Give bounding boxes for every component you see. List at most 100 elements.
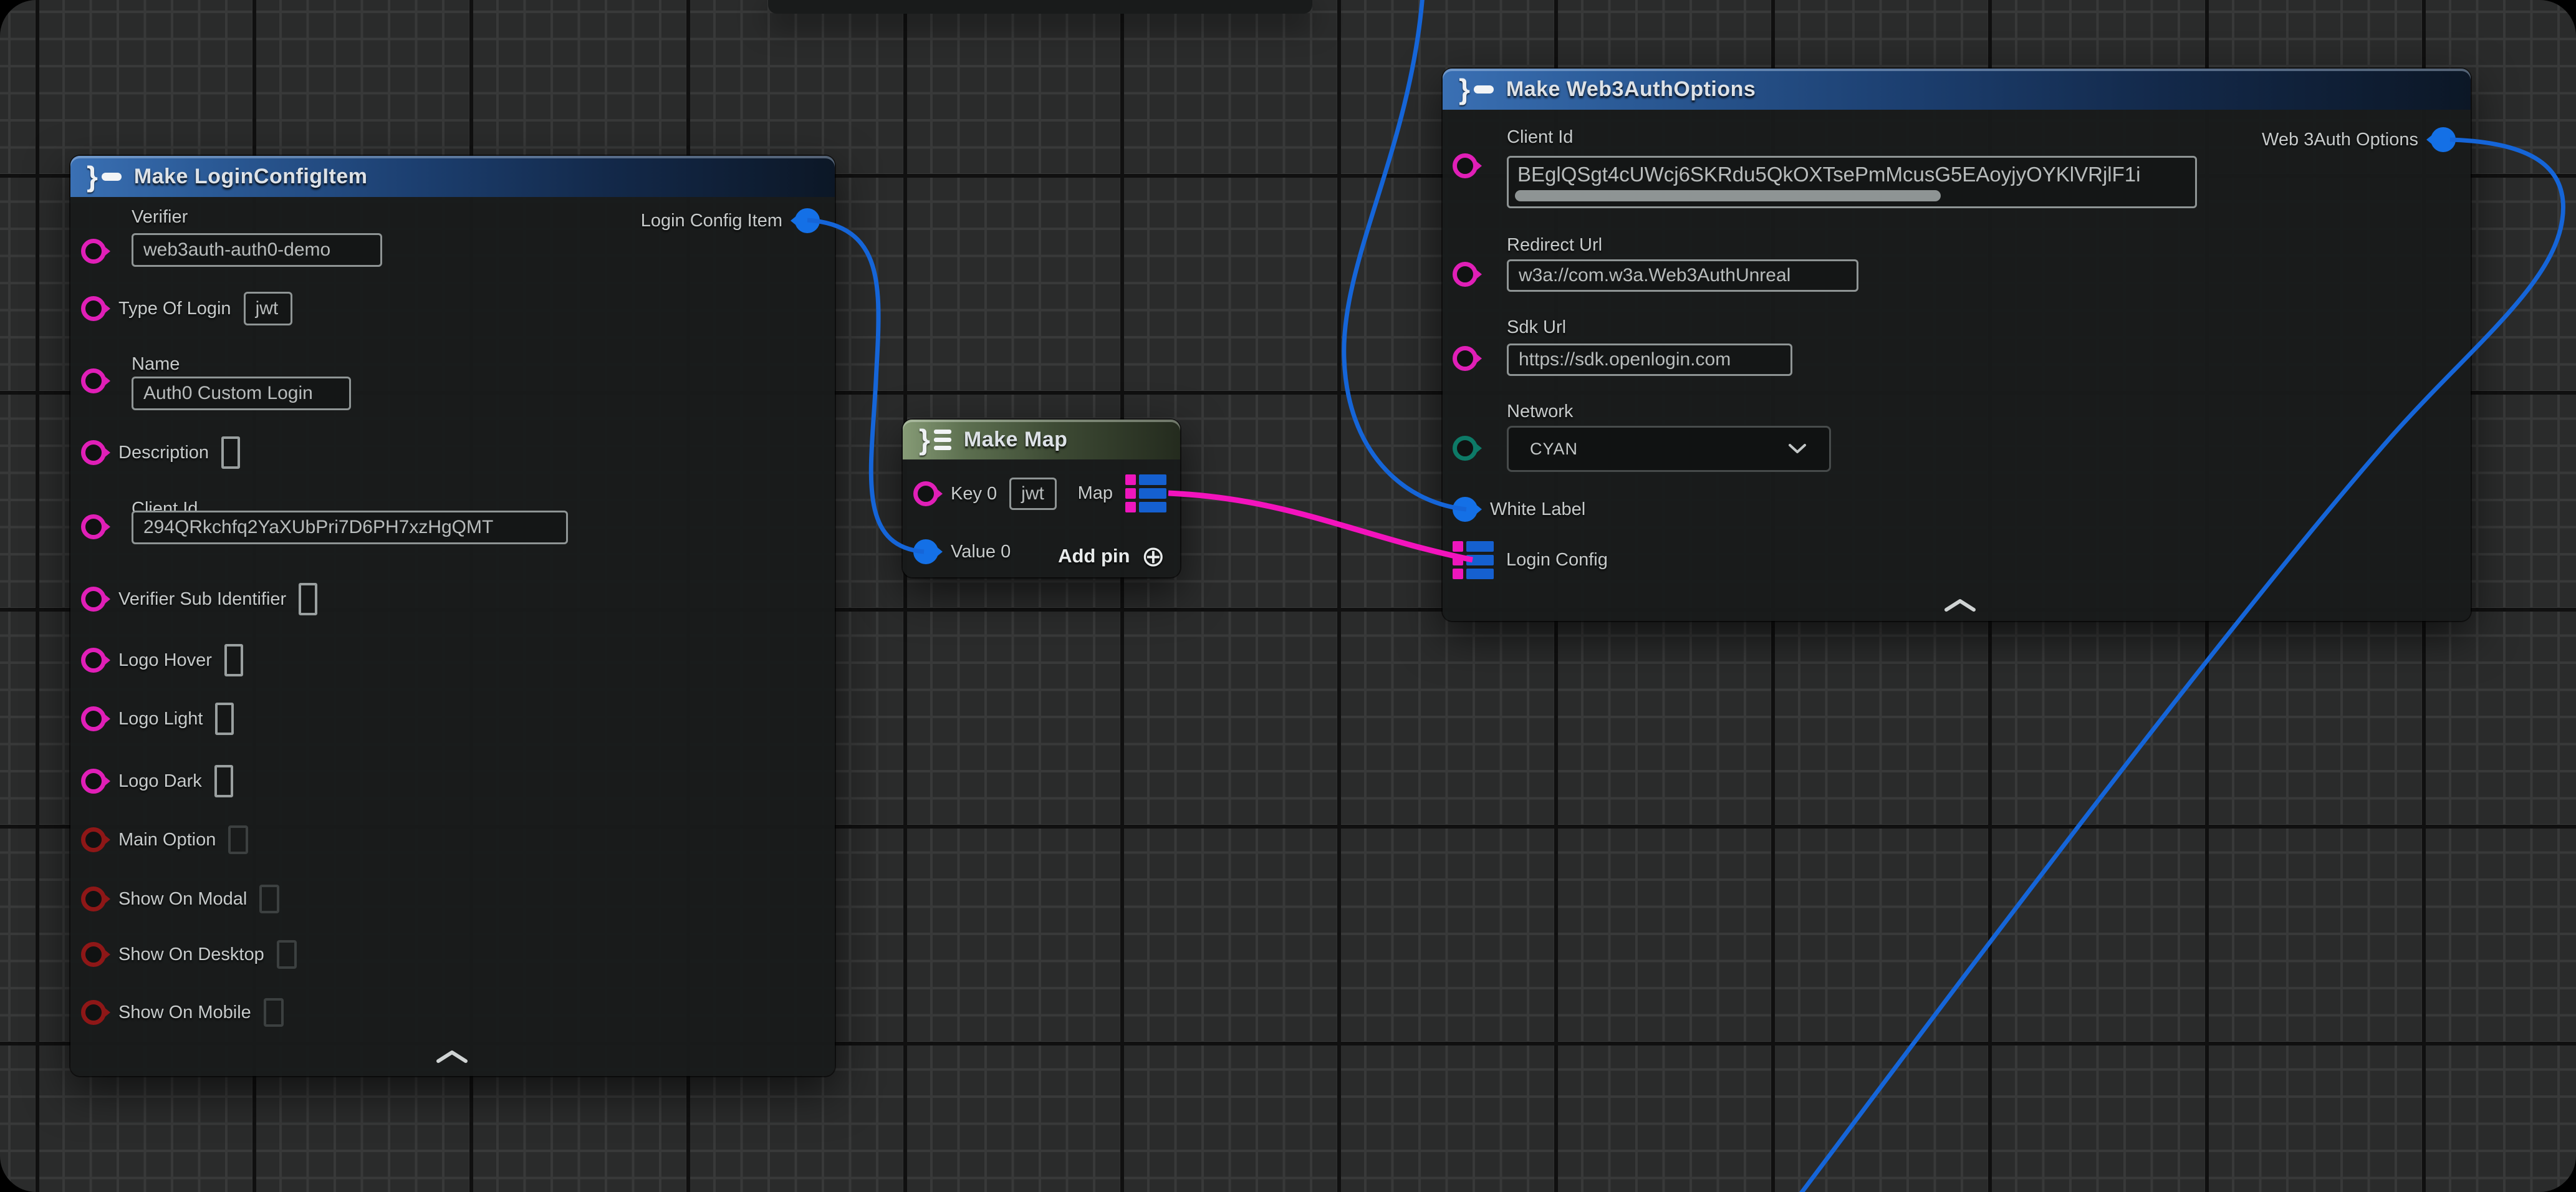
pin-label-client-id: Client Id (1507, 127, 1573, 148)
pin-web3auth-options-output[interactable] (2431, 127, 2456, 152)
collapse-chevron-icon[interactable] (435, 1049, 469, 1065)
pin-main-option[interactable] (81, 827, 106, 852)
row-logo-light: Logo Light (81, 703, 234, 735)
pin-label-name: Name (132, 354, 180, 375)
make-map-icon: } (919, 425, 951, 454)
pin-sdk-url[interactable] (1453, 346, 1478, 371)
show-on-desktop-checkbox[interactable] (277, 940, 297, 969)
pin-logo-light[interactable] (81, 706, 106, 731)
blueprint-graph-canvas[interactable]: } Make LoginConfigItem Login Config Item… (0, 0, 2576, 1192)
pin-show-on-desktop[interactable] (81, 942, 106, 967)
row-login-config: Login Config (1453, 541, 1608, 579)
node-title: Make Web3AuthOptions (1506, 77, 1756, 102)
row-verifier-sub-identifier: Verifier Sub Identifier (81, 583, 317, 615)
row-description: Description (81, 436, 240, 469)
pin-verifier-sub-identifier[interactable] (81, 587, 106, 612)
logo-light-input[interactable] (215, 703, 234, 735)
client-id-scrollbar[interactable] (1515, 190, 1941, 201)
verifier-sub-identifier-input[interactable] (299, 583, 317, 615)
pin-label-logo-light: Logo Light (118, 709, 203, 729)
pin-logo-hover[interactable] (81, 648, 106, 673)
pin-label-show-on-mobile: Show On Mobile (118, 1002, 251, 1023)
node-make-loginconfigitem[interactable]: } Make LoginConfigItem Login Config Item… (70, 156, 835, 1076)
pin-label-verifier-sub-identifier: Verifier Sub Identifier (118, 589, 286, 610)
pin-label: Login Config Item (641, 211, 782, 231)
show-on-modal-checkbox[interactable] (259, 885, 279, 913)
pin-label-show-on-desktop: Show On Desktop (118, 944, 264, 965)
network-dropdown[interactable]: CYAN (1507, 426, 1831, 472)
client-id-input[interactable]: BEglQSgt4cUWcj6SKRdu5QkOXTsePmMcusG5EAoy… (1507, 156, 2197, 208)
pin-label-key-0: Key 0 (951, 484, 997, 504)
verifier-input[interactable]: web3auth-auth0-demo (132, 233, 382, 267)
pin-label-sdk-url: Sdk Url (1507, 317, 1566, 338)
logo-hover-input[interactable] (224, 644, 243, 676)
pin-label-show-on-modal: Show On Modal (118, 889, 247, 910)
row-show-on-desktop: Show On Desktop (81, 940, 297, 969)
pin-login-config[interactable] (1453, 541, 1494, 579)
main-option-checkbox[interactable] (228, 825, 248, 854)
wire-map-to-login-config[interactable] (1168, 493, 1473, 560)
row-show-on-mobile: Show On Mobile (81, 998, 284, 1027)
chevron-down-icon (1787, 443, 1808, 455)
description-input[interactable] (221, 436, 240, 469)
pin-value-0[interactable] (913, 539, 938, 564)
network-value: CYAN (1530, 440, 1578, 459)
row-logo-hover: Logo Hover (81, 644, 243, 676)
pin-label-logo-hover: Logo Hover (118, 650, 212, 671)
pin-label-main-option: Main Option (118, 830, 216, 850)
row-show-on-modal: Show On Modal (81, 885, 279, 913)
node-header-make-map[interactable]: } Make Map (903, 420, 1180, 459)
node-title: Make Map (964, 428, 1068, 452)
node-make-web3authoptions[interactable]: } Make Web3AuthOptions Web 3Auth Options… (1443, 69, 2471, 621)
pin-show-on-mobile[interactable] (81, 1000, 106, 1025)
row-value-0: Value 0 (913, 539, 1011, 564)
pin-network[interactable] (1453, 436, 1478, 461)
type-of-login-input[interactable]: jwt (244, 292, 292, 325)
add-pin-icon: ⊕ (1141, 542, 1165, 570)
pin-white-label[interactable] (1453, 497, 1478, 522)
collapse-chevron-icon[interactable] (1943, 597, 1978, 613)
key-0-input[interactable]: jwt (1009, 478, 1057, 510)
node-header-make-loginconfigitem[interactable]: } Make LoginConfigItem (70, 156, 835, 197)
add-pin-label: Add pin (1058, 545, 1130, 567)
node-header-make-web3authoptions[interactable]: } Make Web3AuthOptions (1443, 69, 2471, 110)
pin-map-output[interactable] (1125, 474, 1166, 512)
name-input[interactable]: Auth0 Custom Login (132, 377, 351, 410)
pin-name[interactable] (81, 368, 106, 393)
pin-description[interactable] (81, 440, 106, 465)
row-key-0: jwt Key 0 jwt (913, 478, 1057, 510)
pin-logo-dark[interactable] (81, 769, 106, 794)
logo-dark-input[interactable] (214, 765, 233, 797)
pin-client-id[interactable] (1453, 153, 1478, 178)
node-make-map[interactable]: } Make Map jwt Key 0 jwt Map Value 0 (903, 420, 1180, 577)
pin-label-verifier: Verifier (132, 207, 188, 228)
client-id-input[interactable]: 294QRkchfq2YaXUbPri7D6PH7xzHgQMT (132, 511, 568, 544)
make-struct-icon: } (1459, 75, 1494, 103)
make-struct-icon: } (87, 162, 122, 191)
show-on-mobile-checkbox[interactable] (264, 998, 284, 1027)
pin-label-description: Description (118, 443, 209, 463)
sdk-url-input[interactable]: https://sdk.openlogin.com (1507, 344, 1792, 376)
offscreen-node-bottom-edge[interactable] (768, 0, 1312, 14)
row-logo-dark: Logo Dark (81, 765, 233, 797)
output-row-map: Map (1078, 474, 1166, 512)
pin-label-logo-dark: Logo Dark (118, 771, 202, 792)
pin-label-type-of-login: Type Of Login (118, 299, 231, 319)
add-pin-button[interactable]: Add pin ⊕ (1058, 542, 1165, 570)
pin-label-web3auth-options: Web 3Auth Options (2262, 130, 2418, 150)
pin-verifier[interactable] (81, 239, 106, 264)
pin-show-on-modal[interactable] (81, 887, 106, 911)
client-id-value: BEglQSgt4cUWcj6SKRdu5QkOXTsePmMcusG5EAoy… (1509, 158, 2195, 186)
row-type-of-login: Type Of Login jwt (81, 292, 292, 325)
pin-login-config-item-output[interactable] (795, 208, 820, 233)
pin-label-login-config: Login Config (1506, 550, 1608, 570)
pin-label-redirect-url: Redirect Url (1507, 235, 1602, 256)
pin-redirect-url[interactable] (1453, 262, 1478, 287)
pin-key-0[interactable] (913, 481, 938, 506)
node-title: Make LoginConfigItem (134, 165, 368, 189)
pin-label-white-label: White Label (1490, 499, 1585, 520)
pin-client-id[interactable] (81, 514, 106, 539)
row-main-option: Main Option (81, 825, 248, 854)
redirect-url-input[interactable]: w3a://com.w3a.Web3AuthUnreal (1507, 259, 1858, 292)
pin-type-of-login[interactable] (81, 296, 106, 321)
